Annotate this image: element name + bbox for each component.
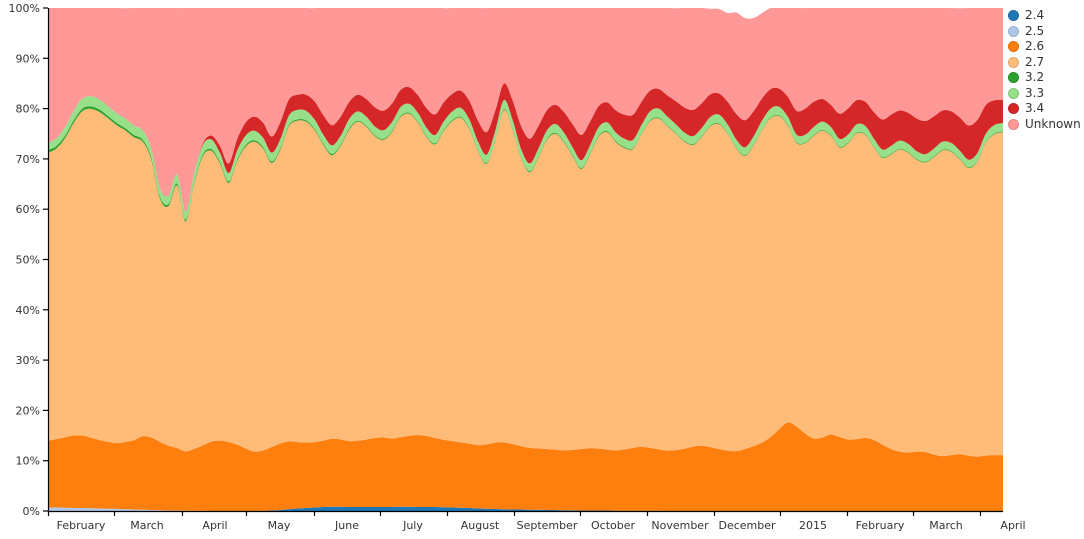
legend-swatch-icon — [1008, 72, 1019, 83]
legend-item-label: 2.7 — [1025, 54, 1045, 69]
chart-legend: 2.4 2.5 2.6 2.7 3.2 3.3 3.4 Unknown — [1008, 8, 1084, 132]
legend-swatch-icon — [1008, 10, 1019, 21]
x-tick-label: February — [57, 519, 106, 532]
x-tick-label: February — [856, 519, 905, 532]
y-tick-label: 10% — [16, 455, 40, 468]
x-tick-label: November — [651, 519, 709, 532]
legend-item-label: 3.2 — [1025, 70, 1045, 84]
legend-item-2.4[interactable]: 2.4 — [1008, 8, 1084, 23]
legend-item-label: 2.4 — [1025, 8, 1045, 22]
x-tick-label: May — [268, 519, 291, 532]
y-tick-label: 30% — [16, 354, 40, 367]
y-tick-label: 100% — [9, 2, 40, 15]
area-layers — [48, 8, 1003, 511]
x-tick-label: August — [461, 519, 500, 532]
chart-page: 0% 10% 20% 30% 40% 50% 60% 70% 80% 90% 100% Februa… — [0, 0, 1084, 539]
legend-item-3.4[interactable]: 3.4 — [1008, 101, 1084, 116]
y-tick-label: 40% — [16, 304, 40, 317]
legend-item-2.5[interactable]: 2.5 — [1008, 24, 1084, 39]
legend-item-2.7[interactable]: 2.7 — [1008, 55, 1084, 70]
legend-swatch-icon — [1008, 87, 1019, 99]
x-tick-label: March — [929, 519, 963, 532]
y-tick-group: 0% 10% 20% 30% 40% 50% 60% 70% 80% 90% 100% — [9, 2, 48, 518]
legend-item-unknown[interactable]: Unknown — [1008, 117, 1084, 132]
legend-item-label: 3.3 — [1025, 85, 1045, 100]
stacked-area-chart: 0% 10% 20% 30% 40% 50% 60% 70% 80% 90% 100% Februa… — [9, 2, 1026, 532]
legend-swatch-icon — [1008, 118, 1019, 130]
y-tick-label: 70% — [16, 153, 40, 166]
y-tick-label: 0% — [23, 505, 40, 518]
x-tick-label: April — [202, 519, 227, 532]
y-tick-label: 20% — [16, 404, 40, 417]
legend-item-label: Unknown — [1025, 116, 1081, 131]
x-tick-label: April — [1000, 519, 1025, 532]
legend-swatch-icon — [1008, 25, 1019, 37]
x-tick-label: June — [334, 519, 359, 532]
x-tick-label: 2015 — [799, 519, 827, 532]
y-tick-label: 90% — [16, 52, 40, 65]
legend-item-label: 2.6 — [1025, 39, 1045, 53]
legend-item-3.2[interactable]: 3.2 — [1008, 70, 1084, 85]
x-tick-label: September — [517, 519, 578, 532]
x-tick-group: February March April May June July August Septe… — [47, 511, 1026, 532]
y-tick-label: 80% — [16, 103, 40, 116]
x-tick-label: July — [402, 519, 423, 532]
x-tick-label: March — [130, 519, 164, 532]
y-tick-label: 60% — [16, 203, 40, 216]
legend-item-label: 2.5 — [1025, 23, 1045, 38]
legend-item-2.6[interactable]: 2.6 — [1008, 39, 1084, 54]
legend-swatch-icon — [1008, 56, 1019, 68]
legend-swatch-icon — [1008, 103, 1019, 114]
legend-swatch-icon — [1008, 41, 1019, 52]
x-tick-label: December — [718, 519, 776, 532]
y-tick-label: 50% — [16, 254, 40, 267]
x-tick-label: October — [591, 519, 635, 532]
legend-item-label: 3.4 — [1025, 101, 1045, 115]
legend-item-3.3[interactable]: 3.3 — [1008, 86, 1084, 101]
